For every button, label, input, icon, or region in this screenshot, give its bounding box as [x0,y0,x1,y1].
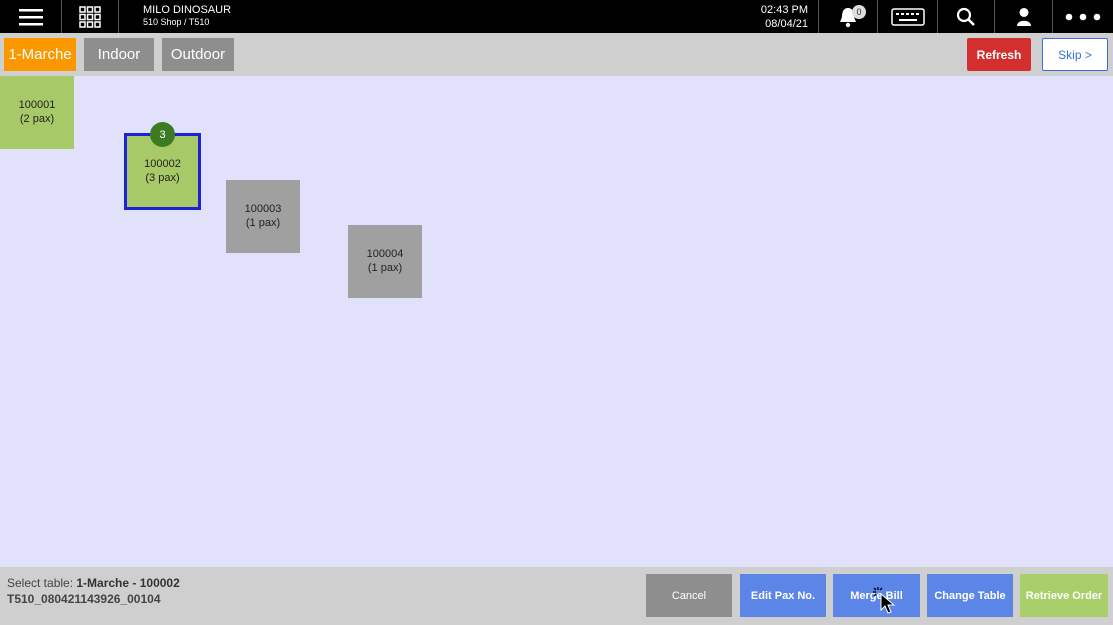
date: 08/04/21 [765,17,808,30]
edit-pax-button[interactable]: Edit Pax No. [740,574,826,617]
apps-button[interactable] [62,0,119,33]
table-number: 100001 [18,98,56,111]
select-table-prefix: Select table: [7,576,77,590]
refresh-button[interactable]: Refresh [967,38,1031,71]
notifications-button[interactable] [818,0,878,33]
table-pax: (1 pax) [367,261,403,274]
order-code: T510_080421143926_00104 [7,592,161,607]
selection-info: Select table: 1-Marche - 100002 T510_080… [7,575,180,607]
notification-badge: 0 [852,5,866,19]
menu-button[interactable] [0,0,62,33]
tab-indoor[interactable]: Indoor [84,38,154,71]
retrieve-order-button[interactable]: Retrieve Order [1020,574,1108,617]
selected-table: 1-Marche - 100002 [76,576,180,590]
tab-outdoor[interactable]: Outdoor [162,38,234,71]
shop-terminal: 510 Shop / T510 [143,16,210,27]
user-button[interactable] [995,0,1053,33]
action-bar: Select table: 1-Marche - 100002 T510_080… [0,567,1113,625]
table-100004[interactable]: 100004 (1 pax) [348,225,422,298]
table-100001[interactable]: 100001 (2 pax) [0,76,74,149]
tab-1-marche[interactable]: 1-Marche [4,38,76,71]
grid-icon [79,5,101,28]
table-number: 100002 [144,157,181,170]
top-bar: MILO DINOSAUR 510 Shop / T510 02:43 PM 0… [0,0,1113,33]
table-pax: (2 pax) [19,112,55,125]
cancel-button[interactable]: Cancel [646,574,732,617]
keyboard-button[interactable] [878,0,938,33]
mouse-cursor-icon [873,587,896,614]
keyboard-icon [890,7,925,26]
change-table-button[interactable]: Change Table [927,574,1013,617]
area-tab-bar: 1-Marche Indoor Outdoor Refresh Skip > [0,33,1113,76]
table-number: 100004 [366,247,404,260]
table-guest-badge: 3 [150,122,175,147]
table-100003[interactable]: 100003 (1 pax) [226,180,300,253]
search-icon [956,7,975,26]
table-pax: (1 pax) [245,216,281,229]
search-button[interactable] [938,0,995,33]
user-icon [1016,7,1031,26]
table-number: 100003 [244,202,282,215]
more-icon [1065,13,1101,20]
app-name: MILO DINOSAUR [143,4,232,16]
table-pax: (3 pax) [145,171,180,184]
skip-button[interactable]: Skip > [1042,38,1108,71]
time: 02:43 PM [760,4,808,16]
datetime: 02:43 PM 08/04/21 [750,4,808,32]
menu-icon [18,8,43,25]
more-button[interactable] [1053,0,1113,33]
app-title: MILO DINOSAUR 510 Shop / T510 [143,4,231,27]
